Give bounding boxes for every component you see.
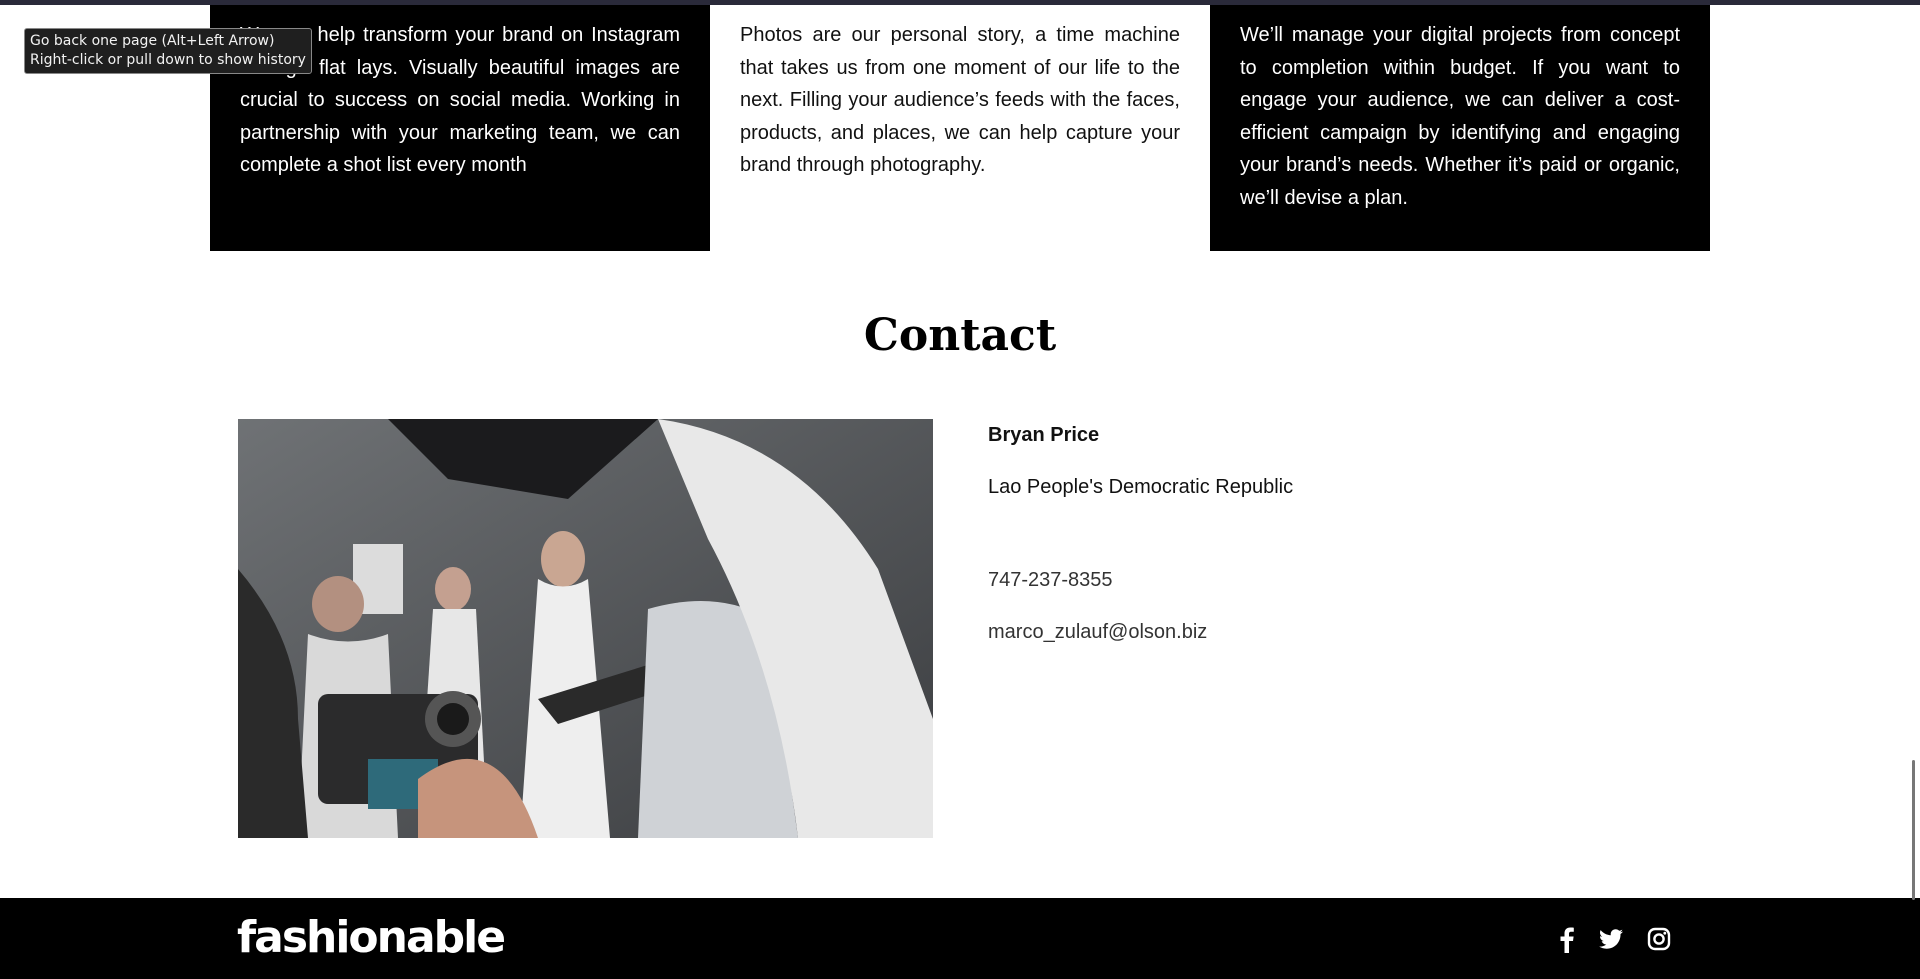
contact-email[interactable]: marco_zulauf@olson.biz xyxy=(988,621,1207,644)
contact-phone[interactable]: 747-237-8355 xyxy=(988,569,1113,592)
service-card-text: Photos are our personal story, a time ma… xyxy=(740,24,1180,176)
service-card-photography: Photos are our personal story, a time ma… xyxy=(710,5,1210,251)
back-button-tooltip: Go back one page (Alt+Left Arrow) Right-… xyxy=(24,28,312,74)
service-card-text: We’ll manage your digital projects from … xyxy=(1240,24,1680,209)
service-card-digital-projects: We’ll manage your digital projects from … xyxy=(1210,5,1710,251)
twitter-icon[interactable] xyxy=(1596,924,1626,954)
contact-heading: Contact xyxy=(863,310,1057,361)
contact-name: Bryan Price xyxy=(988,424,1100,446)
instagram-icon[interactable] xyxy=(1644,924,1674,954)
page-scrollbar[interactable] xyxy=(1912,760,1915,900)
contact-country: Lao People's Democratic Republic xyxy=(988,476,1294,498)
footer-logo[interactable]: fashionable xyxy=(237,914,506,962)
contact-photo xyxy=(238,419,933,838)
footer: fashionable xyxy=(0,898,1920,979)
tooltip-line: Go back one page (Alt+Left Arrow) xyxy=(30,33,275,49)
facebook-icon[interactable] xyxy=(1552,924,1582,954)
tooltip-line: Right-click or pull down to show history xyxy=(30,52,306,68)
